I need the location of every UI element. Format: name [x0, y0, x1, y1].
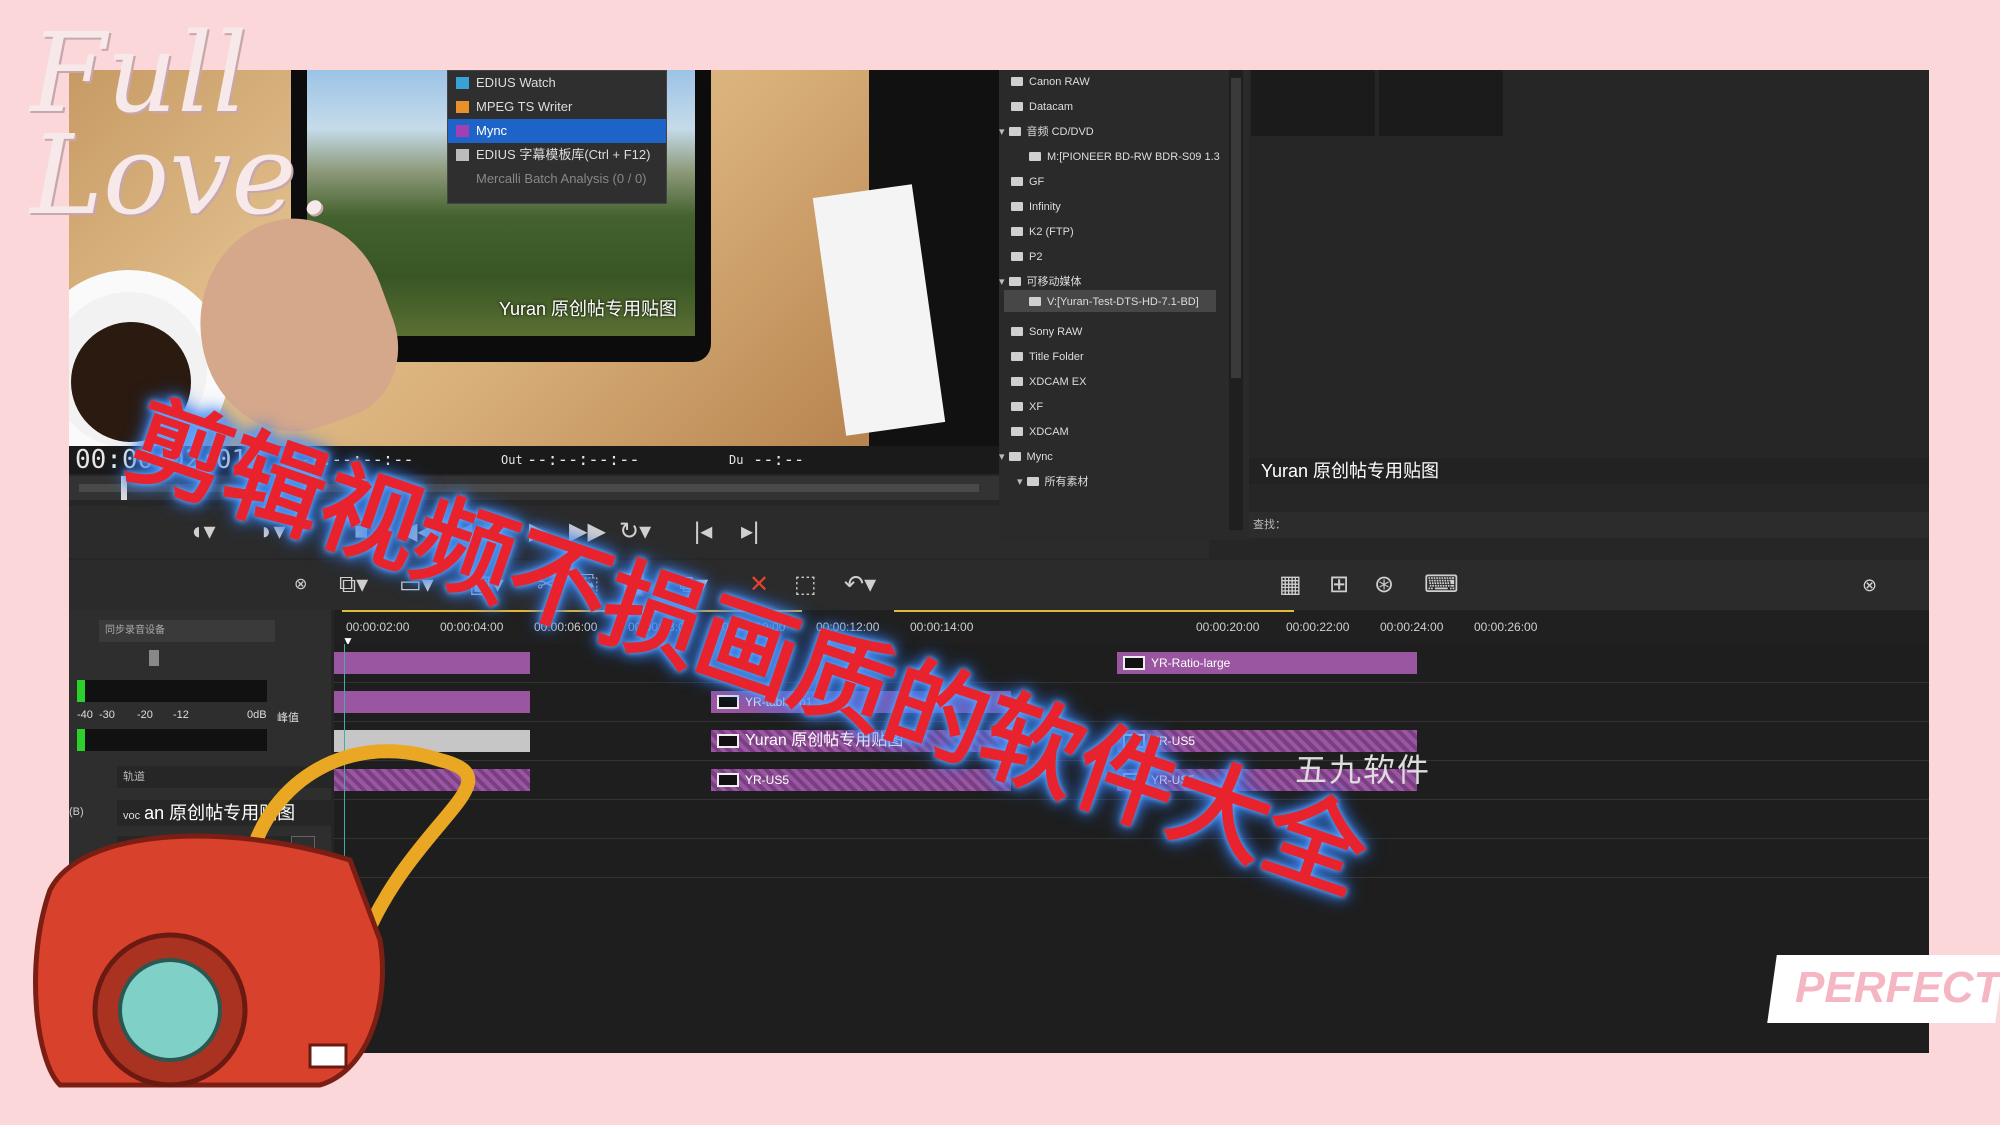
folder-icon [1011, 252, 1023, 261]
mync-icon [456, 125, 469, 137]
in-out-range [894, 610, 1294, 612]
writer-icon [456, 101, 469, 113]
brand-watermark: 五九软件 [1295, 752, 1432, 788]
meter-fill [77, 680, 85, 702]
next-edit-icon[interactable]: ▸| [741, 518, 759, 546]
tree-item[interactable]: ▾ 音频 CD/DVD [999, 120, 1094, 145]
preview-watermark: Yuran 原创帖专用贴图 [499, 299, 678, 319]
folder-icon [1011, 402, 1023, 411]
level-meter-left [77, 680, 267, 702]
bin-thumbnail[interactable] [1379, 70, 1503, 136]
tree-scrollbar[interactable] [1229, 70, 1243, 530]
folder-icon [1011, 102, 1023, 111]
tree-item[interactable]: ▾ Mync [999, 445, 1053, 470]
folder-icon [1011, 352, 1023, 361]
subtitle-template-icon [456, 149, 469, 161]
menu-item-mync[interactable]: Mync [448, 119, 666, 143]
close-timeline-icon[interactable]: ⊗ [1862, 570, 1877, 600]
menu-item-mpeg-ts[interactable]: MPEG TS Writer [448, 95, 666, 119]
tree-item[interactable]: Datacam [1011, 95, 1073, 120]
expand-icon[interactable]: ▾ [999, 126, 1005, 138]
tree-item[interactable]: XF [1011, 395, 1043, 420]
folder-icon [1011, 227, 1023, 236]
folder-icon [1029, 152, 1041, 161]
tree-item[interactable]: Sony RAW [1011, 320, 1082, 345]
folder-icon [1029, 297, 1041, 306]
clip-thumbnail [1123, 656, 1145, 670]
timeline-clip[interactable] [334, 652, 530, 674]
camera-illustration [33, 744, 476, 1088]
bin-thumbnail[interactable] [1251, 70, 1375, 136]
folder-icon [1011, 77, 1023, 86]
tree-item[interactable]: K2 (FTP) [1011, 220, 1074, 245]
tree-item[interactable]: ▾ 所有素材 [1017, 470, 1089, 495]
folder-icon [1011, 177, 1023, 186]
watch-icon [456, 77, 469, 89]
tree-item[interactable]: Infinity [1011, 195, 1061, 220]
clip-thumbnail [717, 734, 739, 748]
mixer-icon[interactable]: ⊞ [1329, 570, 1349, 600]
out-label: Out [501, 453, 523, 467]
folder-icon [1011, 202, 1023, 211]
menu-item-mercalli[interactable]: Mercalli Batch Analysis (0 / 0) [448, 167, 666, 191]
timeline-clip[interactable] [334, 691, 530, 713]
device-select[interactable]: 同步录音设备 [99, 620, 275, 642]
tree-item-selected[interactable]: V:[Yuran-Test-DTS-HD-7.1-BD] [1029, 290, 1199, 315]
out-value: --:--:--:-- [527, 450, 640, 470]
folder-icon [1008, 277, 1021, 286]
timeline-clip[interactable]: YR-Ratio-large [1117, 652, 1417, 674]
expand-icon[interactable]: ▾ [1017, 476, 1023, 488]
folder-icon [1011, 427, 1023, 436]
perfect-label: PERFECT [1795, 963, 2000, 1012]
clip-thumbnail [717, 773, 739, 787]
close-icon[interactable]: ⊗ [294, 570, 307, 600]
tree-item[interactable]: P2 [1011, 245, 1042, 270]
duration-value: --:-- [753, 450, 805, 470]
asset-bin: Yuran 原创帖专用贴图 查找： [1249, 70, 1929, 540]
lens-glass [118, 958, 222, 1062]
keyboard-icon[interactable]: ⌨ [1424, 570, 1459, 600]
effects-icon[interactable]: ⊛ [1374, 570, 1394, 600]
expand-icon[interactable]: ▾ [999, 451, 1005, 463]
folder-icon [1011, 327, 1023, 336]
bin-search-label: 查找： [1249, 512, 1929, 538]
folder-icon [1008, 452, 1021, 461]
volume-slider[interactable] [149, 650, 159, 666]
plugin-menu: EDIUS Watch MPEG TS Writer Mync EDIUS 字幕… [447, 70, 667, 204]
duration-label: Du [729, 453, 744, 467]
tree-item[interactable]: Title Folder [1011, 345, 1084, 370]
camera-button [308, 1043, 348, 1069]
undo-icon[interactable]: ↶▾ [844, 570, 876, 600]
folder-icon [1008, 127, 1021, 136]
tree-item[interactable]: M:[PIONEER BD-RW BDR-S09 1.3 [1029, 145, 1220, 170]
tree-item[interactable]: GF [1011, 170, 1044, 195]
menu-item-edius-watch[interactable]: EDIUS Watch [448, 71, 666, 95]
prev-edit-icon[interactable]: |◂ [694, 518, 712, 546]
bin-caption: Yuran 原创帖专用贴图 [1249, 458, 1929, 484]
menu-item-subtitle-template[interactable]: EDIUS 字幕模板库(Ctrl + F12) [448, 143, 666, 167]
scrollbar-thumb[interactable] [1231, 78, 1241, 378]
folder-icon [1011, 377, 1023, 386]
meter-scale: -40 -30 -20 -12 0dB 峰值 [77, 709, 299, 724]
folder-icon [1026, 477, 1039, 486]
tree-item[interactable]: XDCAM EX [1011, 370, 1086, 395]
title-love: Love. [30, 111, 332, 239]
tree-item[interactable]: Canon RAW [1011, 70, 1090, 95]
expand-icon[interactable]: ▾ [999, 276, 1005, 288]
grid-icon[interactable]: ▦ [1279, 570, 1302, 600]
tree-item[interactable]: XDCAM [1011, 420, 1069, 445]
